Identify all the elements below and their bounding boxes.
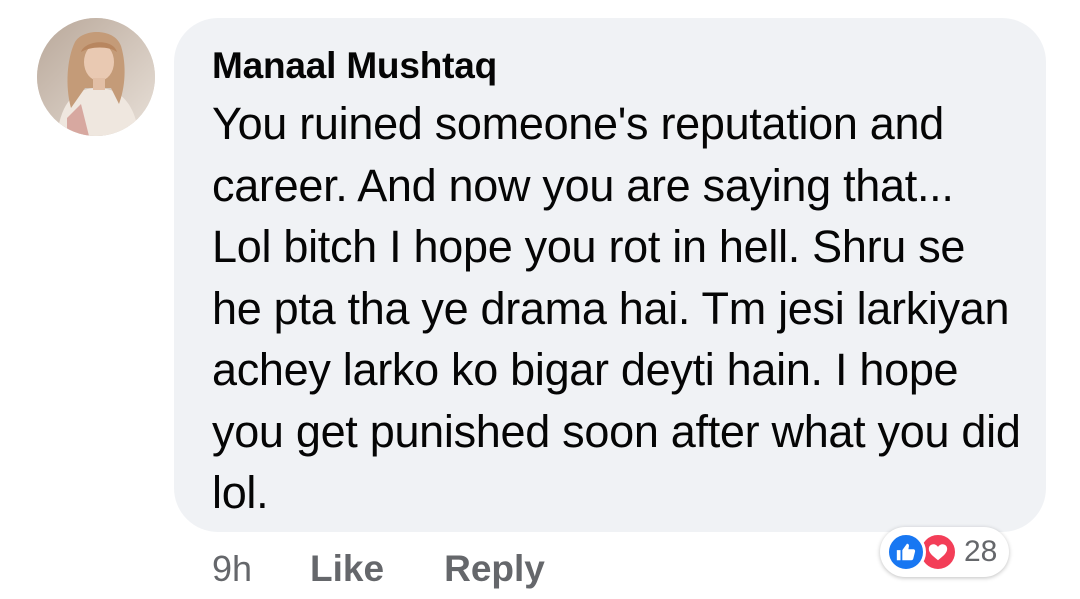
like-button[interactable]: Like	[310, 548, 384, 590]
comment-text: You ruined someone's reputation and care…	[212, 98, 1021, 518]
comment-actions: 9h Like Reply	[212, 544, 605, 594]
author-name[interactable]: Manaal Mushtaq	[212, 40, 1010, 92]
profile-photo	[37, 18, 155, 136]
comment-bubble: Manaal Mushtaq You ruined someone's repu…	[174, 18, 1046, 532]
reply-button[interactable]: Reply	[444, 548, 545, 590]
reactions-summary[interactable]: 28	[880, 527, 1010, 577]
timestamp[interactable]: 9h	[212, 548, 252, 590]
avatar[interactable]	[37, 18, 155, 136]
like-icon	[886, 532, 926, 572]
reaction-count: 28	[964, 535, 998, 568]
comment: Manaal Mushtaq You ruined someone's repu…	[0, 0, 1080, 599]
